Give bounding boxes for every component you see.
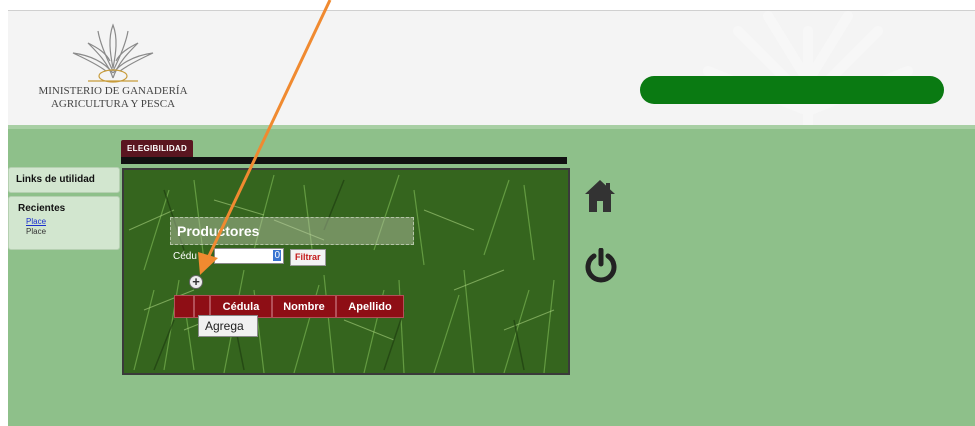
tab-bar-underline: [121, 157, 567, 164]
table-header-empty-1: [174, 295, 194, 318]
ministry-line-1: MINISTERIO DE GANADERÍA: [38, 85, 188, 97]
content-top-strip: [8, 125, 975, 129]
table-header-nombre[interactable]: Nombre: [272, 295, 336, 318]
header: MINISTERIO DE GANADERÍA AGRICULTURA Y PE…: [8, 10, 975, 126]
cedula-input[interactable]: 0: [214, 248, 284, 264]
productores-header: Productores: [170, 217, 414, 245]
productores-title: Productores: [177, 223, 260, 239]
links-title: Links de utilidad: [16, 174, 95, 185]
green-banner: [640, 76, 944, 104]
filter-button[interactable]: Filtrar: [290, 249, 326, 266]
home-icon[interactable]: [584, 178, 616, 214]
links-de-utilidad-box[interactable]: Links de utilidad: [8, 167, 120, 193]
recent-title: Recientes: [18, 203, 66, 214]
power-icon[interactable]: [584, 248, 618, 284]
cedula-input-value: 0: [273, 250, 281, 261]
add-icon[interactable]: +: [189, 275, 203, 289]
grass-background-panel: [122, 168, 570, 375]
background-emblem-icon: [703, 11, 913, 126]
recent-place-link[interactable]: Place: [26, 217, 46, 226]
add-tooltip: Agrega: [198, 315, 258, 337]
table-header-apellido[interactable]: Apellido: [336, 295, 404, 318]
ministry-name: MINISTERIO DE GANADERÍA AGRICULTURA Y PE…: [8, 85, 218, 111]
cedula-label: Cédu: [173, 251, 197, 262]
recent-place-text: Place: [26, 227, 47, 236]
recientes-box: Recientes Place Place: [8, 196, 120, 250]
grass-texture: [124, 170, 568, 373]
tab-elegibilidad[interactable]: ELEGIBILIDAD: [121, 140, 194, 157]
sun-emblem-icon: [72, 23, 154, 83]
ministry-line-2: AGRICULTURA Y PESCA: [50, 98, 176, 110]
